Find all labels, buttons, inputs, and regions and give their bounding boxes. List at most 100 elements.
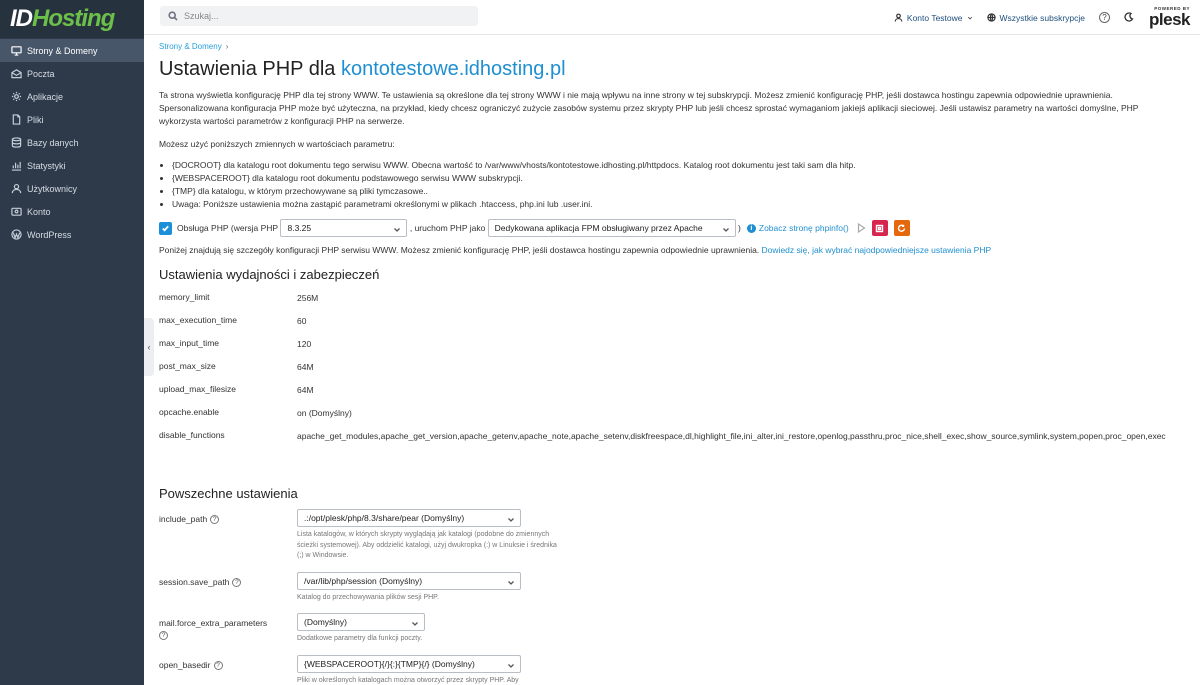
session-save-path-select[interactable]: /var/lib/php/session (Domyślny) xyxy=(297,572,521,590)
setting-value[interactable]: 120 xyxy=(297,338,1187,361)
setting-row: memory_limit 256M xyxy=(159,292,1189,315)
setting-hint: Pliki w określonych katalogach można otw… xyxy=(297,677,519,684)
sidebar-item-files[interactable]: Pliki xyxy=(0,108,144,131)
details-paragraph: Poniżej znajdują się szczegóły konfigura… xyxy=(159,245,1189,255)
setting-key-text: open_basedir xyxy=(159,660,211,670)
list-item: Uwaga: Poniższe ustawienia można zastąpi… xyxy=(172,198,1189,211)
setting-key: memory_limit xyxy=(159,292,210,302)
sidebar-item-statistics[interactable]: Statystyki xyxy=(0,154,144,177)
include-path-select[interactable]: .:/opt/plesk/php/8.3/share/pear (Domyśln… xyxy=(297,509,521,527)
variables-list: {DOCROOT} dla katalogu root dokumentu te… xyxy=(159,159,1189,211)
setting-hint: Lista katalogów, w których skrypty wyglą… xyxy=(297,531,557,559)
setting-value[interactable]: 256M xyxy=(297,292,1187,315)
common-section-title: Powszechne ustawienia xyxy=(159,486,298,501)
header-actions: Konto Testowe Wszystkie subskrypcje ? PO… xyxy=(894,0,1190,35)
setting-key: disable_functions xyxy=(159,430,225,440)
dark-mode-icon[interactable] xyxy=(1124,12,1135,23)
page-title: Ustawienia PHP dla kontotestowe.idhostin… xyxy=(159,58,1189,81)
sidebar-item-apps[interactable]: Aplikacje xyxy=(0,85,144,108)
account-name: Konto Testowe xyxy=(906,12,963,23)
help-icon[interactable]: ? xyxy=(1099,12,1111,23)
user-icon xyxy=(10,183,22,195)
globe-icon xyxy=(986,13,996,22)
setting-value: (Domyślny) xyxy=(304,617,347,627)
sidebar-item-databases[interactable]: Bazy danych xyxy=(0,131,144,154)
setting-key-text: mail.force_extra_parameters xyxy=(159,618,268,628)
php-version-select[interactable]: 8.3.25 xyxy=(280,219,408,237)
chart-icon xyxy=(10,160,22,172)
sidebar-item-label: Pliki xyxy=(27,114,44,125)
open-basedir-select[interactable]: {WEBSPACEROOT}{/}{:}{TMP}{/} (Domyślny) xyxy=(297,655,521,673)
sidebar-collapse-handle[interactable]: ‹ xyxy=(144,318,154,376)
sidebar-item-account[interactable]: Konto xyxy=(0,200,144,223)
sidebar-item-websites[interactable]: Strony & Domeny xyxy=(0,39,144,62)
setting-value[interactable]: apache_get_modules,apache_get_version,ap… xyxy=(297,430,1187,442)
setting-hint: Dodatkowe parametry dla funkcji poczty. xyxy=(297,635,423,642)
account-menu[interactable]: Konto Testowe xyxy=(894,13,973,23)
setting-key: max_input_time xyxy=(159,338,220,348)
search-input[interactable] xyxy=(184,11,464,21)
setting-value[interactable]: 64M xyxy=(297,384,1187,407)
help-icon[interactable]: ? xyxy=(213,661,223,671)
setting-value[interactable]: 64M xyxy=(297,361,1187,384)
breadcrumb-separator: › xyxy=(225,42,229,51)
setting-row: opcache.enable on (Domyślny) xyxy=(159,407,1189,430)
breadcrumb-link-websites[interactable]: Strony & Domeny xyxy=(159,42,222,51)
subscriptions-menu[interactable]: Wszystkie subskrypcje xyxy=(986,12,1086,23)
setting-key-text: include_path xyxy=(159,514,208,524)
details-text: Poniżej znajdują się szczegóły konfigura… xyxy=(159,245,760,255)
mail-extra-params-select[interactable]: (Domyślny) xyxy=(297,613,425,631)
sidebar-item-wordpress[interactable]: WordPress xyxy=(0,223,144,246)
checkmark-icon xyxy=(162,225,169,232)
idhosting-logo[interactable]: IDHosting xyxy=(0,0,144,38)
monitor-icon xyxy=(10,45,22,57)
chevron-down-icon xyxy=(508,578,514,585)
php-handler-select[interactable]: Dedykowana aplikacja FPM obsługiwany prz… xyxy=(487,219,736,237)
setting-value[interactable]: on (Domyślny) xyxy=(297,407,1187,430)
info-icon: i xyxy=(746,223,756,233)
sidebar-item-label: Bazy danych xyxy=(27,137,79,148)
help-icon[interactable]: ? xyxy=(159,631,168,641)
database-icon xyxy=(10,137,22,149)
page-title-domain-link[interactable]: kontotestowe.idhosting.pl xyxy=(341,58,566,80)
play-icon[interactable] xyxy=(857,222,866,234)
user-icon xyxy=(894,13,903,22)
help-icon[interactable]: ? xyxy=(232,578,242,588)
subscriptions-label: Wszystkie subskrypcje xyxy=(999,12,1086,23)
account-icon xyxy=(10,206,22,218)
phpinfo-link-text: Zobacz stronę phpinfo() xyxy=(758,223,849,233)
main-content: Strony & Domeny › Ustawienia PHP dla kont… xyxy=(159,36,1189,684)
performance-section-title: Ustawienia wydajności i zabezpieczeń xyxy=(159,267,380,282)
mail-icon xyxy=(10,68,22,80)
sidebar-item-users[interactable]: Użytkownicy xyxy=(0,177,144,200)
stop-button[interactable] xyxy=(871,220,888,236)
setting-row: upload_max_filesize 64M xyxy=(159,384,1189,407)
sidebar-item-label: WordPress xyxy=(27,229,72,240)
phpinfo-link[interactable]: i Zobacz stronę phpinfo() xyxy=(746,223,849,233)
php-support-checkbox[interactable] xyxy=(159,221,172,235)
restart-button[interactable] xyxy=(893,220,910,236)
gear-icon xyxy=(10,91,22,103)
search-box[interactable] xyxy=(160,6,478,26)
setting-value: .:/opt/plesk/php/8.3/share/pear (Domyśln… xyxy=(304,513,465,523)
logo-text-id: ID xyxy=(10,5,33,32)
sidebar-item-label: Strony & Domeny xyxy=(27,45,98,56)
refresh-icon xyxy=(897,224,906,232)
help-icon[interactable]: ? xyxy=(210,515,220,525)
php-support-label: Obsługa PHP xyxy=(177,223,229,233)
sidebar-item-mail[interactable]: Poczta xyxy=(0,62,144,85)
php-version-value: 8.3.25 xyxy=(287,223,312,233)
setting-row: max_input_time 120 xyxy=(159,338,1189,361)
sidebar-nav: Strony & Domeny Poczta Aplikacje Pliki B… xyxy=(0,38,144,246)
php-handler-value: Dedykowana aplikacja FPM obsługiwany prz… xyxy=(494,223,703,233)
setting-key: include_path? xyxy=(159,513,289,525)
setting-value[interactable]: 60 xyxy=(297,315,1187,338)
php-settings-help-link[interactable]: Dowiedz się, jak wybrać najodpowiedniejs… xyxy=(762,245,992,255)
chevron-down-icon xyxy=(412,619,418,626)
performance-settings-list: memory_limit 256M max_execution_time 60 ma… xyxy=(159,292,1189,442)
sidebar-item-label: Poczta xyxy=(27,68,55,79)
chevron-down-icon xyxy=(394,225,401,232)
setting-key: post_max_size xyxy=(159,361,216,371)
setting-value: /var/lib/php/session (Domyślny) xyxy=(304,576,423,586)
sidebar-item-label: Użytkownicy xyxy=(27,183,78,194)
